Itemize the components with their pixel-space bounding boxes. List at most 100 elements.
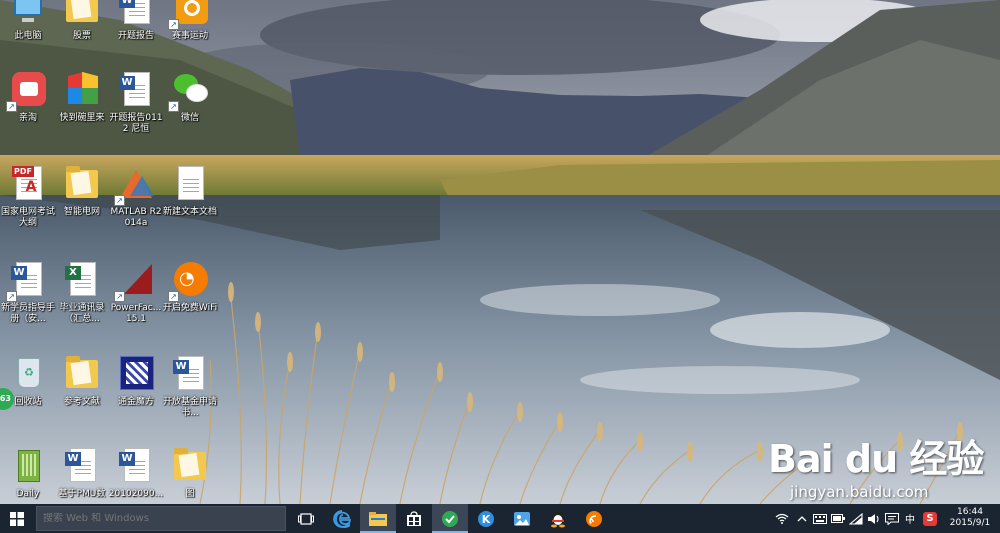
svg-text:K: K (482, 513, 491, 526)
tray-input-method[interactable]: 中 (902, 504, 918, 533)
search-box[interactable] (36, 506, 286, 531)
icon-label: 开放基金申请书... (162, 397, 217, 418)
tray-battery[interactable] (830, 504, 846, 533)
taskbar-clock[interactable]: 16:44 2015/9/1 (944, 507, 996, 529)
text-document-icon (170, 164, 210, 204)
notification-icon (885, 512, 899, 525)
cube-logo-icon (116, 354, 156, 394)
icon-label: 开题报告0112 尼恒 (109, 113, 163, 134)
chevron-up-icon (797, 515, 807, 521)
icon-label: 赛事运动 (171, 31, 208, 41)
qq-penguin-icon (551, 510, 565, 527)
task-view-button[interactable] (288, 504, 324, 533)
badge-count: 63 (0, 394, 11, 403)
taskbar-qq[interactable] (540, 504, 576, 533)
desktop-icon-smart-grid[interactable]: 智能电网 (54, 164, 110, 218)
tray-show-hidden[interactable] (794, 504, 810, 533)
desktop-icon-this-pc[interactable]: 此电脑 (0, 0, 56, 42)
icon-label: 20102090... (108, 489, 164, 499)
tray-volume[interactable] (866, 504, 882, 533)
icon-label: 图 (185, 489, 195, 499)
orange-wifi-app-icon (586, 510, 602, 527)
desktop-icon-student-guide[interactable]: W ↗ 新学员指导手册（安... (0, 260, 56, 325)
icon-label: 亲淘 (18, 113, 37, 123)
excel-spreadsheet-icon: X (62, 260, 102, 300)
sogou-input-icon: S (923, 511, 937, 526)
desktop-icon-wechat[interactable]: ↗ 微信 (162, 70, 218, 124)
desktop-icon-fund-application[interactable]: W 开放基金申请书... (162, 354, 218, 419)
desktop-icon-pmu-doc[interactable]: W 基于PMU数 (54, 446, 110, 500)
store-bag-icon (407, 510, 421, 526)
desktop-icon-powerfactory[interactable]: ↗ PowerFac... 15.1 (108, 260, 164, 325)
icon-label: 新建文本文档 (162, 207, 217, 217)
desktop-icon-2010209[interactable]: W 20102090... (108, 446, 164, 500)
word-document-icon: W (62, 446, 102, 486)
edge-browser-icon (333, 509, 351, 528)
icon-label: 新学员指导手册（安... (0, 303, 55, 324)
green-circle-app-icon (442, 510, 458, 527)
desktop-icon-stocks[interactable]: 股票 (54, 0, 110, 42)
pdf-file-icon: PDF A (8, 164, 48, 204)
wechat-icon: ↗ (168, 70, 210, 112)
speaker-icon (868, 513, 879, 524)
wifi-signal-icon (775, 513, 789, 524)
tray-wifi[interactable] (774, 504, 790, 533)
icon-label: 基于PMU数 (58, 489, 106, 499)
colorful-cube-icon (62, 70, 102, 110)
tray-sogou[interactable]: S (922, 504, 938, 533)
taskbar-photo-app[interactable] (504, 504, 540, 533)
photo-viewer-icon (514, 511, 530, 526)
desktop-icon-exam-outline[interactable]: PDF A 国家电网考试大纲 (0, 164, 56, 229)
desktop-icon-new-text[interactable]: 新建文本文档 (162, 164, 218, 218)
search-input[interactable] (43, 513, 283, 524)
shopping-bag-icon: ↗ (6, 70, 48, 112)
tray-keyboard[interactable] (812, 504, 828, 533)
clock-date: 2015/9/1 (949, 518, 991, 528)
ime-label: 中 (905, 515, 915, 526)
desktop-icon-free-wifi[interactable]: ◔ ↗ 开启免费WiFi (162, 260, 218, 314)
start-button[interactable] (0, 504, 34, 533)
taskbar-wifi-app[interactable] (576, 504, 612, 533)
folder-icon (62, 0, 102, 28)
recycle-bin-icon: ♻ (8, 354, 48, 394)
desktop-icon-bowl-game[interactable]: 快到碗里来 (54, 70, 110, 124)
task-view-icon (298, 512, 314, 525)
tray-action-center[interactable] (884, 504, 900, 533)
taskbar-k-app[interactable]: K (468, 504, 504, 533)
word-document-icon: W (116, 0, 156, 28)
icon-label: Daily (16, 489, 40, 499)
desktop-icon-matlab[interactable]: ↗ MATLAB R2014a (108, 164, 164, 229)
desktop-icon-daily[interactable]: Daily (0, 446, 56, 500)
taskbar-store[interactable] (396, 504, 432, 533)
desktop-icon-alumni-list[interactable]: X 毕业通讯录（汇总... (54, 260, 110, 325)
sports-app-icon: ↗ (168, 0, 210, 30)
folder-icon (369, 511, 387, 526)
desktop-icon-figures[interactable]: 图 (162, 446, 218, 500)
desktop-icon-proposal-0112[interactable]: W 开题报告0112 尼恒 (108, 70, 164, 135)
icon-label: 股票 (72, 31, 91, 41)
green-book-icon (8, 446, 48, 486)
icon-label: MATLAB R2014a (110, 207, 162, 228)
icon-label: 此电脑 (14, 31, 42, 41)
desktop-icon-tongjin-cube[interactable]: 通金魔方 (108, 354, 164, 408)
desktop-icon-references[interactable]: 参考文献 (54, 354, 110, 408)
desktop-icon-proposal[interactable]: W 开题报告 (108, 0, 164, 42)
powerfactory-icon: ↗ (114, 260, 156, 302)
icon-label: 参考文献 (63, 397, 100, 407)
desktop-icon-sports[interactable]: ↗ 赛事运动 (162, 0, 218, 42)
tray-network[interactable] (848, 504, 864, 533)
taskbar-edge[interactable] (324, 504, 360, 533)
k-circle-app-icon: K (478, 510, 494, 527)
icon-label: 智能电网 (63, 207, 100, 217)
taskbar-green-app[interactable] (432, 504, 468, 533)
taskbar: K (0, 504, 1000, 533)
taskbar-file-explorer[interactable] (360, 504, 396, 533)
clock-time: 16:44 (957, 507, 983, 517)
folder-icon (62, 354, 102, 394)
icon-label: 开题报告 (117, 31, 154, 41)
folder-icon (62, 164, 102, 204)
word-document-icon: W ↗ (6, 260, 48, 302)
desktop-icon-qintao[interactable]: ↗ 亲淘 (0, 70, 56, 124)
icon-label: 快到碗里来 (59, 113, 105, 123)
icon-label: 开启免费WiFi (162, 303, 218, 313)
